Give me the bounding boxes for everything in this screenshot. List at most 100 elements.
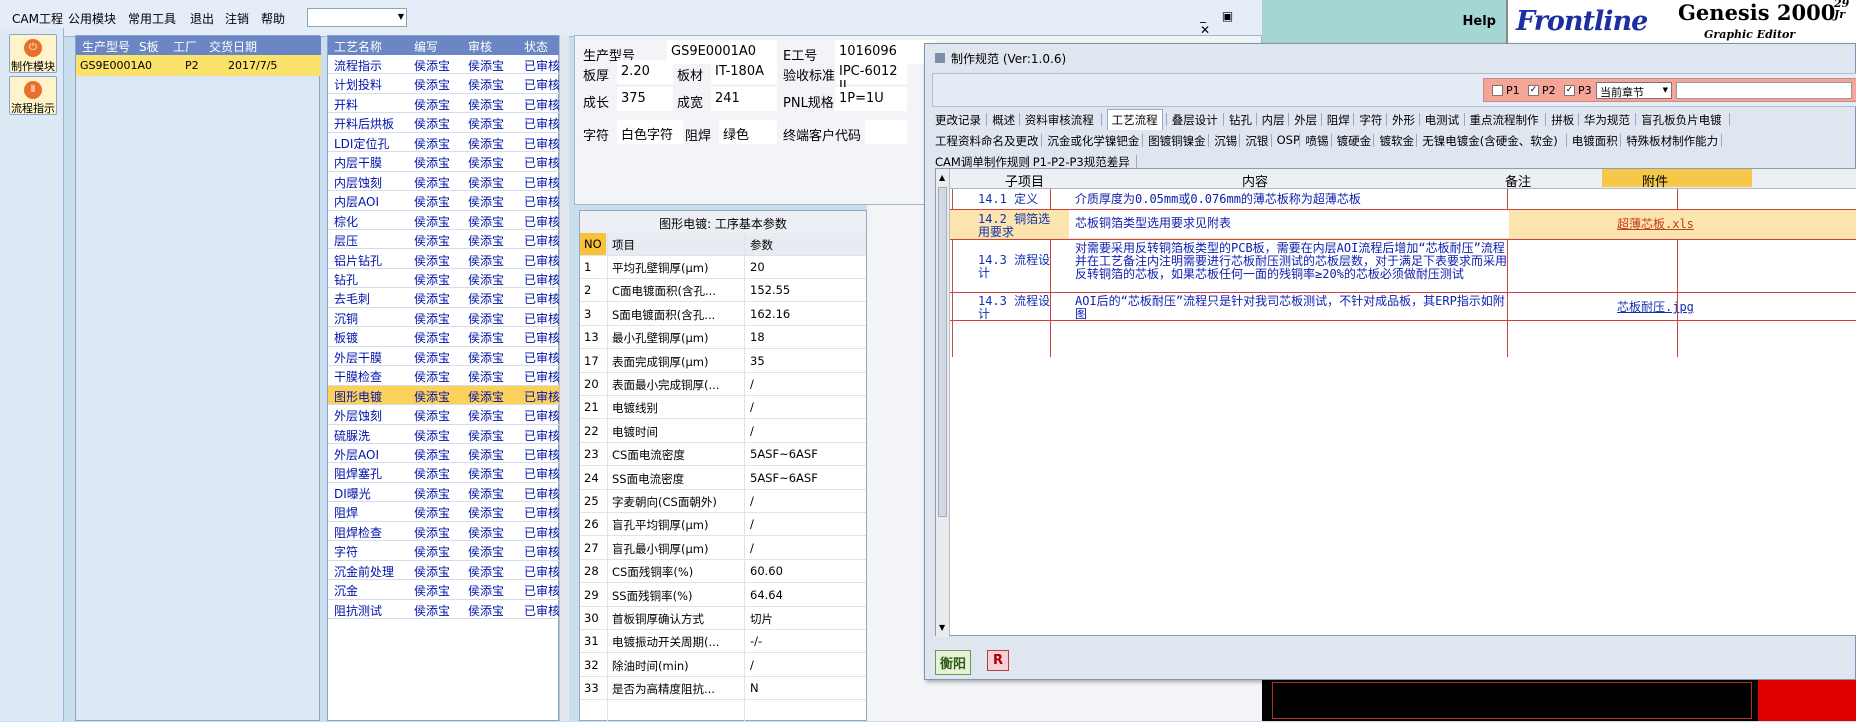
- table-row[interactable]: 外层AOI 侯添宝 侯添宝 已审核: [328, 444, 560, 464]
- table-row[interactable]: 外层干膜 侯添宝 侯添宝 已审核: [328, 347, 560, 367]
- sidebar-button-module[interactable]: ⏻ 制作模块: [9, 34, 57, 73]
- table-row[interactable]: 铝片钻孔 侯添宝 侯添宝 已审核: [328, 250, 560, 269]
- tab-tabs_row1-14[interactable]: 华为规范: [1584, 109, 1630, 129]
- tab-tabs_row1-0[interactable]: 更改记录: [935, 109, 981, 129]
- field-customer[interactable]: [865, 120, 907, 144]
- field-thickness[interactable]: 2.20: [617, 60, 673, 84]
- table-row[interactable]: 干膜检查 侯添宝 侯添宝 已审核: [328, 366, 560, 386]
- table-row[interactable]: 14.3 流程设计 AOI后的“芯板耐压”流程只是针对我司芯板测试，不针对成品板…: [950, 293, 1856, 321]
- menu-exit[interactable]: 退出: [190, 10, 214, 27]
- table-row[interactable]: 24 SS面电流密度 5ASF~6ASF: [580, 467, 866, 490]
- tab-tabs_row1-1[interactable]: 概述: [992, 109, 1015, 129]
- table-row[interactable]: 外层蚀刻 侯添宝 侯添宝 已审核: [328, 405, 560, 425]
- attachment-link[interactable]: 超薄芯板.xls: [1617, 218, 1694, 231]
- table-row[interactable]: 板镀 侯添宝 侯添宝 已审核: [328, 327, 560, 347]
- table-row[interactable]: 13 最小孔壁铜厚(μm) 18: [580, 326, 866, 350]
- tab-tabs_row1-4[interactable]: 叠层设计: [1172, 109, 1218, 129]
- table-row[interactable]: 20 表面最小完成铜厚(... /: [580, 373, 866, 396]
- header-sboard[interactable]: S板: [139, 38, 159, 55]
- menu-common-module[interactable]: 公用模块: [68, 10, 116, 27]
- p2-checkbox[interactable]: ✓: [1528, 85, 1539, 96]
- table-row[interactable]: 阻焊 侯添宝 侯添宝 已审核: [328, 502, 560, 522]
- table-row[interactable]: 阻焊检查 侯添宝 侯添宝 已审核: [328, 522, 560, 542]
- tab-tabs_row1-15[interactable]: 盲孔板负片电镀: [1641, 109, 1722, 129]
- table-row[interactable]: 21 电镀线别 /: [580, 396, 866, 420]
- menu-logout[interactable]: 注销: [225, 10, 249, 27]
- table-row[interactable]: 14.3 流程设计 对需要采用反转铜箔板类型的PCB板，需要在内层AOI流程后增…: [950, 240, 1856, 293]
- tab-tabs_row1-5[interactable]: 钻孔: [1229, 109, 1252, 129]
- table-row[interactable]: 17 表面完成铜厚(μm) 35: [580, 350, 866, 373]
- header-subitem[interactable]: 子项目: [1005, 171, 1044, 190]
- menu-tools[interactable]: 常用工具: [128, 10, 176, 27]
- table-row[interactable]: 硫脲洗 侯添宝 侯添宝 已审核: [328, 425, 560, 444]
- cad-canvas[interactable]: [1262, 680, 1856, 721]
- tab-tabs_row2-0[interactable]: 工程资料命名及更改: [935, 130, 1039, 150]
- table-row[interactable]: 27 盲孔最小铜厚(μm) /: [580, 537, 866, 560]
- table-row[interactable]: 开料 侯添宝 侯添宝 已审核: [328, 94, 560, 114]
- header-process-name[interactable]: 工艺名称: [334, 38, 382, 55]
- table-row[interactable]: 层压 侯添宝 侯添宝 已审核: [328, 230, 560, 250]
- table-row[interactable]: 28 CS面残铜率(%) 60.60: [580, 560, 866, 584]
- tab-tabs_row2-11[interactable]: 特殊板材制作能力: [1626, 130, 1718, 150]
- table-row[interactable]: 开料后烘板 侯添宝 侯添宝 已审核: [328, 113, 560, 133]
- table-row[interactable]: 字符 侯添宝 侯添宝 已审核: [328, 541, 560, 561]
- header-author[interactable]: 编写: [414, 38, 438, 55]
- table-row[interactable]: 阻焊塞孔 侯添宝 侯添宝 已审核: [328, 463, 560, 483]
- sidebar-button-flow[interactable]: Ⅱ 流程指示: [9, 76, 57, 115]
- table-row[interactable]: 图形电镀 侯添宝 侯添宝 已审核: [328, 385, 560, 406]
- field-accept[interactable]: IPC-6012 II: [835, 60, 907, 94]
- header-model[interactable]: 生产型号: [82, 38, 130, 55]
- table-row[interactable]: 沉铜 侯添宝 侯添宝 已审核: [328, 308, 560, 328]
- header-reviewer[interactable]: 审核: [468, 38, 492, 55]
- menu-cam-project[interactable]: CAM工程: [12, 10, 63, 27]
- table-row[interactable]: 内层蚀刻 侯添宝 侯添宝 已审核: [328, 172, 560, 192]
- field-width[interactable]: 241: [711, 87, 777, 111]
- table-row[interactable]: 22 电镀时间 /: [580, 420, 866, 443]
- chapter-select[interactable]: 当前章节 ▼: [1596, 82, 1672, 99]
- attachment-link[interactable]: 芯板耐压.jpg: [1617, 301, 1694, 314]
- table-row[interactable]: 流程指示 侯添宝 侯添宝 已审核: [328, 55, 560, 75]
- table-row[interactable]: GS9E0001A0 P2 2017/7/5: [76, 55, 321, 76]
- scroll-down-icon[interactable]: ▼: [939, 623, 945, 632]
- table-row[interactable]: 31 电镀振动开关周期(... -/-: [580, 630, 866, 654]
- header-status[interactable]: 状态: [524, 38, 548, 55]
- table-row[interactable]: 1 平均孔壁铜厚(μm) 20: [580, 256, 866, 279]
- table-row[interactable]: 25 字麦朝向(CS面朝外) /: [580, 490, 866, 513]
- tab-tabs_row2-9[interactable]: 无镍电镀金(含硬金、软金): [1422, 130, 1557, 150]
- tab-tabs_row1-9[interactable]: 字符: [1359, 109, 1382, 129]
- field-material[interactable]: IT-180A: [711, 60, 777, 84]
- table-row[interactable]: 14.1 定义 介质厚度为0.05mm或0.076mm的薄芯板称为超薄芯板: [950, 189, 1856, 210]
- p3-checkbox[interactable]: ✓: [1564, 85, 1575, 96]
- header-attachment[interactable]: 附件: [1602, 169, 1752, 190]
- tab-tabs_row2-4[interactable]: 沉银: [1245, 130, 1268, 150]
- field-pnl[interactable]: 1P=1U: [835, 87, 907, 111]
- menu-combo[interactable]: ▼: [307, 8, 407, 27]
- tab-tabs_row1-12[interactable]: 重点流程制作: [1470, 109, 1539, 129]
- scroll-thumb[interactable]: [938, 187, 947, 517]
- field-char[interactable]: 白色字符: [617, 120, 683, 144]
- process-grid-scrollbar[interactable]: [559, 35, 569, 721]
- tab-tabs_row2-7[interactable]: 镀硬金: [1337, 130, 1372, 150]
- table-row[interactable]: 32 除油时间(min) /: [580, 654, 866, 677]
- field-length[interactable]: 375: [617, 87, 673, 111]
- tab-tabs_row1-13[interactable]: 拼板: [1551, 109, 1574, 129]
- header-date[interactable]: 交货日期: [209, 38, 257, 55]
- table-row[interactable]: 内层AOI 侯添宝 侯添宝 已审核: [328, 191, 560, 211]
- tab-tabs_row1-8[interactable]: 阻焊: [1327, 109, 1350, 129]
- tab-tabs_row2-2[interactable]: 图镀铜镍金: [1148, 130, 1206, 150]
- table-row[interactable]: 计划投料 侯添宝 侯添宝 已审核: [328, 74, 560, 94]
- tab-tabs_row1-11[interactable]: 电测试: [1425, 109, 1460, 129]
- table-row[interactable]: 30 首板铜厚确认方式 切片: [580, 607, 866, 630]
- table-row[interactable]: DI曝光 侯添宝 侯添宝 已审核: [328, 483, 560, 503]
- table-row[interactable]: 29 SS面残铜率(%) 64.64: [580, 584, 866, 607]
- table-row[interactable]: LDI定位孔 侯添宝 侯添宝 已审核: [328, 133, 560, 153]
- tab-tabs_row2-10[interactable]: 电镀面积: [1572, 130, 1618, 150]
- header-note[interactable]: 备注: [1505, 171, 1531, 190]
- dialog-title-bar[interactable]: 制作规范 (Ver:1.0.6): [935, 50, 1066, 67]
- table-row[interactable]: 沉金前处理 侯添宝 侯添宝 已审核: [328, 561, 560, 581]
- spec-table-scrollbar[interactable]: ▲ ▼: [936, 169, 950, 637]
- header-content[interactable]: 内容: [1242, 171, 1268, 190]
- tab-tabs_row1-3[interactable]: 工艺流程: [1106, 109, 1163, 130]
- table-row[interactable]: 14.2 铜箔选用要求 芯板铜箔类型选用要求见附表 超薄芯板.xls: [950, 210, 1856, 240]
- p1-checkbox[interactable]: [1492, 85, 1503, 96]
